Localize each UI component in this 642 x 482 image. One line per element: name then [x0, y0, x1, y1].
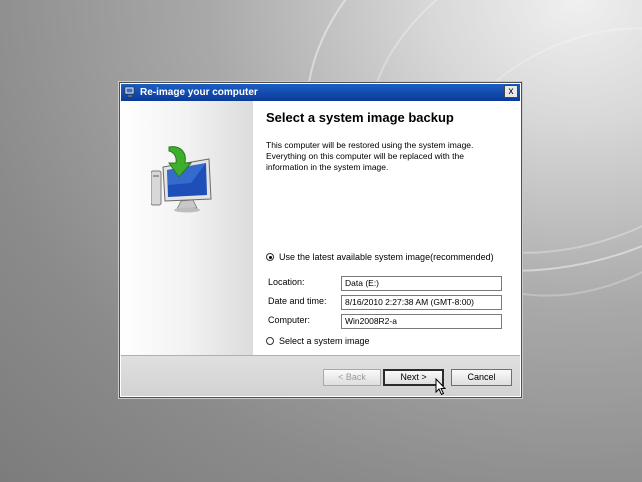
computer-restore-icon — [151, 146, 212, 213]
cancel-button[interactable]: Cancel — [451, 369, 512, 386]
window-title: Re-image your computer — [140, 87, 258, 98]
page-heading: Select a system image backup — [266, 110, 454, 125]
date-time-value: 8/16/2010 2:27:38 AM (GMT-8:00) — [341, 295, 502, 310]
window-app-icon — [124, 86, 135, 97]
mouse-cursor-icon — [435, 378, 447, 396]
radio-selected-icon — [266, 253, 274, 261]
close-button[interactable]: x — [504, 85, 518, 98]
radio-select-system-image[interactable]: Select a system image — [266, 336, 370, 346]
computer-label: Computer: — [268, 315, 311, 325]
radio-unselected-icon — [266, 337, 274, 345]
reimage-dialog: Re-image your computer x Select a system… — [119, 82, 522, 398]
date-time-label: Date and time: — [268, 296, 327, 306]
computer-value: Win2008R2-a — [341, 314, 502, 329]
page-description: This computer will be restored using the… — [266, 140, 474, 172]
location-value: Data (E:) — [341, 276, 502, 291]
radio-select-image-label: Select a system image — [279, 336, 370, 346]
radio-use-latest-image[interactable]: Use the latest available system image(re… — [266, 252, 494, 262]
back-button[interactable]: < Back — [323, 369, 381, 386]
title-bar[interactable]: Re-image your computer x — [121, 84, 520, 101]
location-label: Location: — [268, 277, 305, 287]
radio-use-latest-label: Use the latest available system image(re… — [279, 252, 494, 262]
side-art-panel — [121, 101, 253, 356]
dialog-footer: < Back Next > Cancel — [121, 355, 520, 396]
